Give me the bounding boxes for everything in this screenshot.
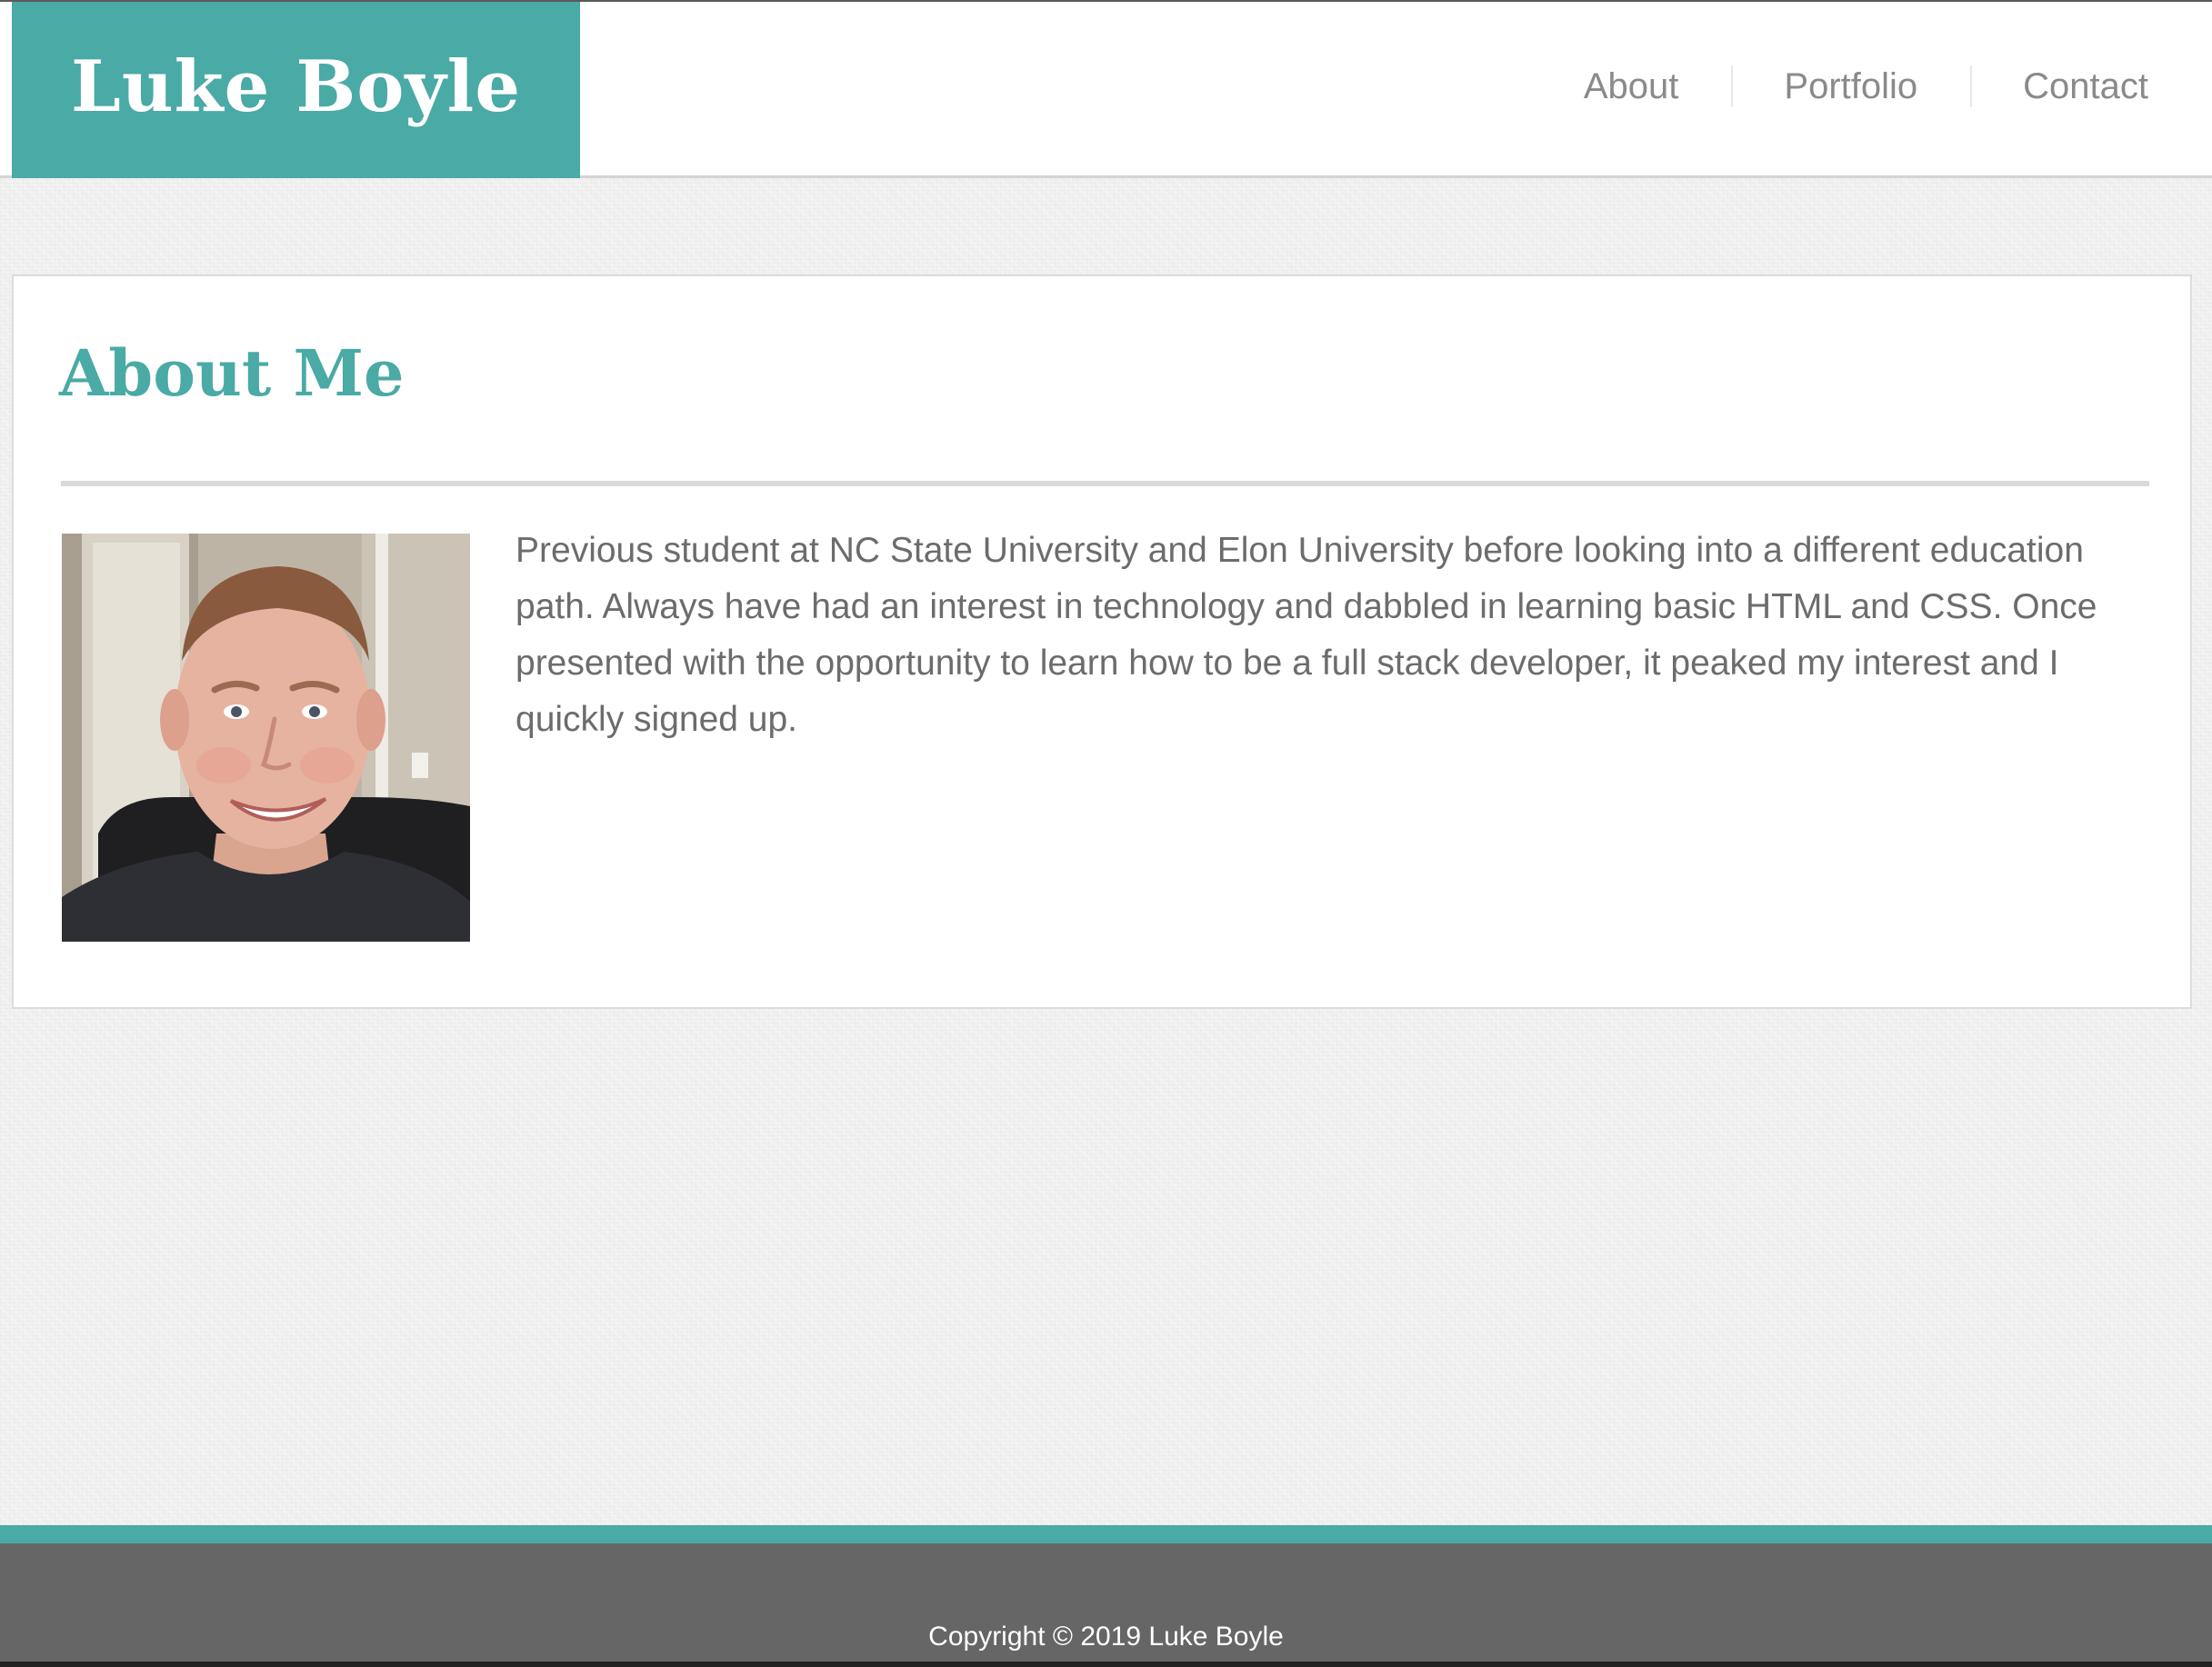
nav-link-contact[interactable]: Contact — [2023, 66, 2148, 107]
main-nav: About Portfolio Contact — [1584, 65, 2148, 107]
site-footer: Copyright © 2019 Luke Boyle — [0, 1543, 2212, 1667]
bio-text: Previous student at NC State University … — [515, 531, 2097, 739]
brand-logo[interactable]: Luke Boyle — [12, 2, 580, 178]
footer-accent-bar — [0, 1525, 2212, 1543]
profile-photo-image — [62, 534, 470, 942]
brand-name: Luke Boyle — [71, 45, 521, 128]
copyright-text: Copyright © 2019 Luke Boyle — [928, 1622, 1284, 1652]
site-header: Luke Boyle About Portfolio Contact — [0, 0, 2212, 178]
nav-link-about[interactable]: About — [1584, 66, 1679, 107]
about-title: About Me — [59, 335, 405, 411]
profile-photo — [62, 534, 470, 942]
about-card: About Me Previous student at NC State Un… — [12, 275, 2192, 1009]
nav-divider — [1970, 65, 1973, 107]
nav-divider — [1731, 65, 1734, 107]
section-divider — [61, 481, 2149, 486]
nav-link-portfolio[interactable]: Portfolio — [1784, 66, 1917, 107]
